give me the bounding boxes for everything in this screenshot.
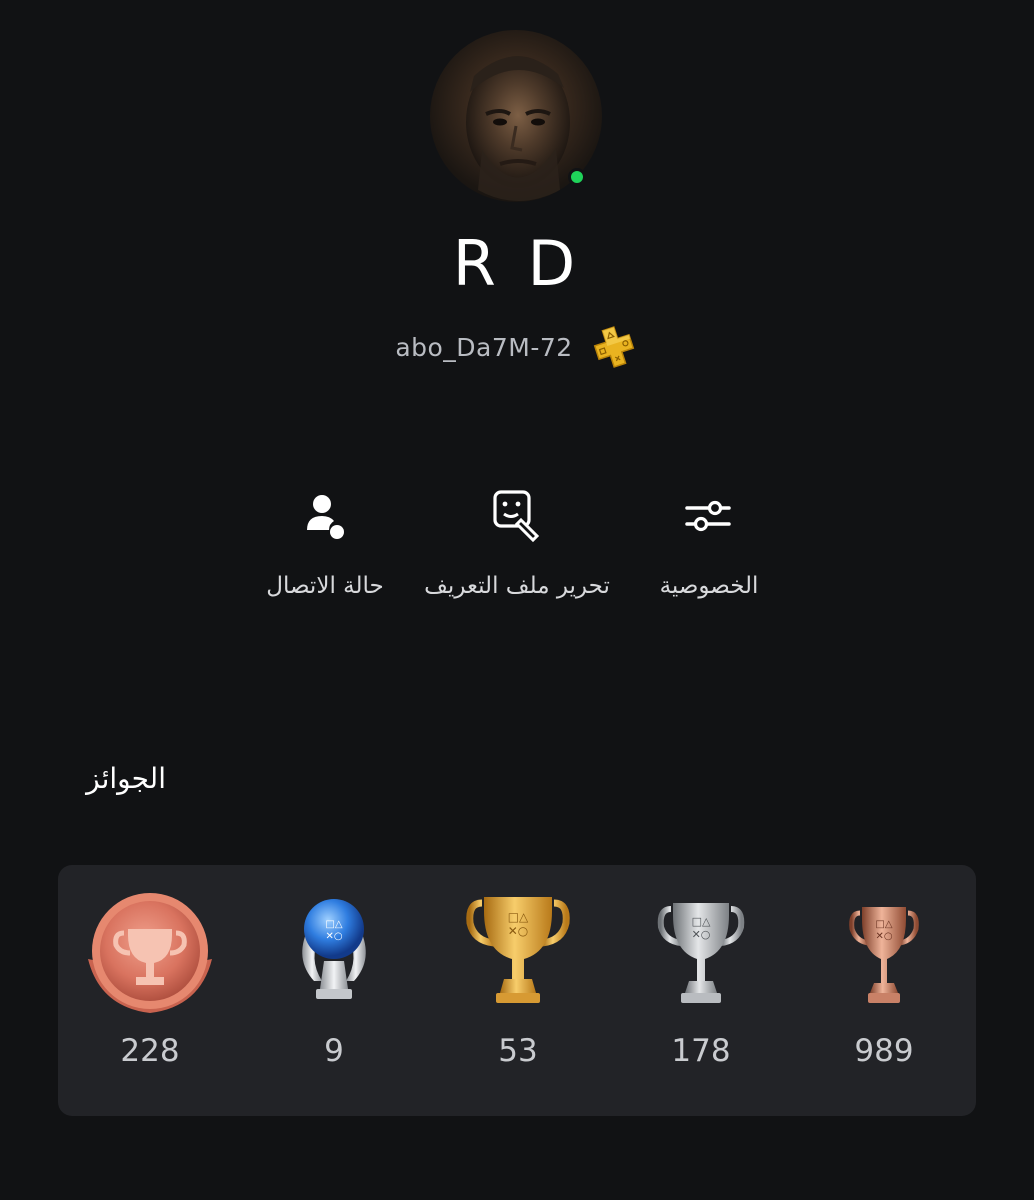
online-status-button[interactable]: حالة الاتصال xyxy=(230,486,420,604)
trophy-level-icon xyxy=(88,893,212,1013)
online-status-dot xyxy=(568,168,586,186)
svg-text:✕○: ✕○ xyxy=(692,928,711,941)
sliders-icon xyxy=(685,500,731,532)
trophy-summary-card[interactable]: 228 □△ ✕○ 9 □△ ✕○ 53 □△ ✕○ 178 □△ ✕○ 989 xyxy=(58,865,976,1116)
profile-screen: R D abo_Da7M-72 حالة الاتصال تحرير ملف ا… xyxy=(0,0,1034,1200)
svg-text:□△: □△ xyxy=(325,919,342,930)
trophy-silver[interactable]: □△ ✕○ 178 xyxy=(609,889,793,1069)
trophies-title: الجوائز xyxy=(86,762,166,795)
online-id-row: abo_Da7M-72 xyxy=(0,322,1034,372)
playstation-plus-icon xyxy=(593,326,634,368)
edit-profile-button[interactable]: تحرير ملف التعريف xyxy=(422,486,612,604)
edit-profile-label: تحرير ملف التعريف xyxy=(424,573,610,599)
svg-text:✕○: ✕○ xyxy=(508,924,529,938)
bronze-trophy-icon: □△ ✕○ xyxy=(849,907,919,1003)
trophy-platinum-value: 9 xyxy=(324,1033,344,1069)
silver-trophy-icon: □△ ✕○ xyxy=(657,903,745,1003)
svg-text:□△: □△ xyxy=(875,919,892,930)
platinum-trophy-icon: □△ ✕○ xyxy=(302,899,366,999)
gold-trophy-icon: □△ ✕○ xyxy=(466,897,570,1003)
trophy-bronze[interactable]: □△ ✕○ 989 xyxy=(792,889,976,1069)
svg-text:□△: □△ xyxy=(508,910,529,924)
privacy-button[interactable]: الخصوصية xyxy=(614,486,804,604)
person-status-icon xyxy=(307,495,344,539)
trophy-level-value: 228 xyxy=(120,1033,180,1069)
trophy-level[interactable]: 228 xyxy=(58,889,242,1069)
online-status-label: حالة الاتصال xyxy=(266,573,384,599)
svg-text:✕○: ✕○ xyxy=(875,931,892,942)
svg-text:✕○: ✕○ xyxy=(325,931,342,942)
trophy-bronze-value: 989 xyxy=(854,1033,914,1069)
trophy-platinum[interactable]: □△ ✕○ 9 xyxy=(242,889,426,1069)
svg-text:□△: □△ xyxy=(692,915,711,928)
online-id: abo_Da7M-72 xyxy=(395,332,573,362)
trophy-silver-value: 178 xyxy=(671,1033,731,1069)
privacy-label: الخصوصية xyxy=(659,573,759,599)
trophy-gold-value: 53 xyxy=(498,1033,538,1069)
trophy-gold[interactable]: □△ ✕○ 53 xyxy=(426,889,610,1069)
edit-profile-icon xyxy=(493,490,540,543)
display-name: R D xyxy=(452,227,582,300)
